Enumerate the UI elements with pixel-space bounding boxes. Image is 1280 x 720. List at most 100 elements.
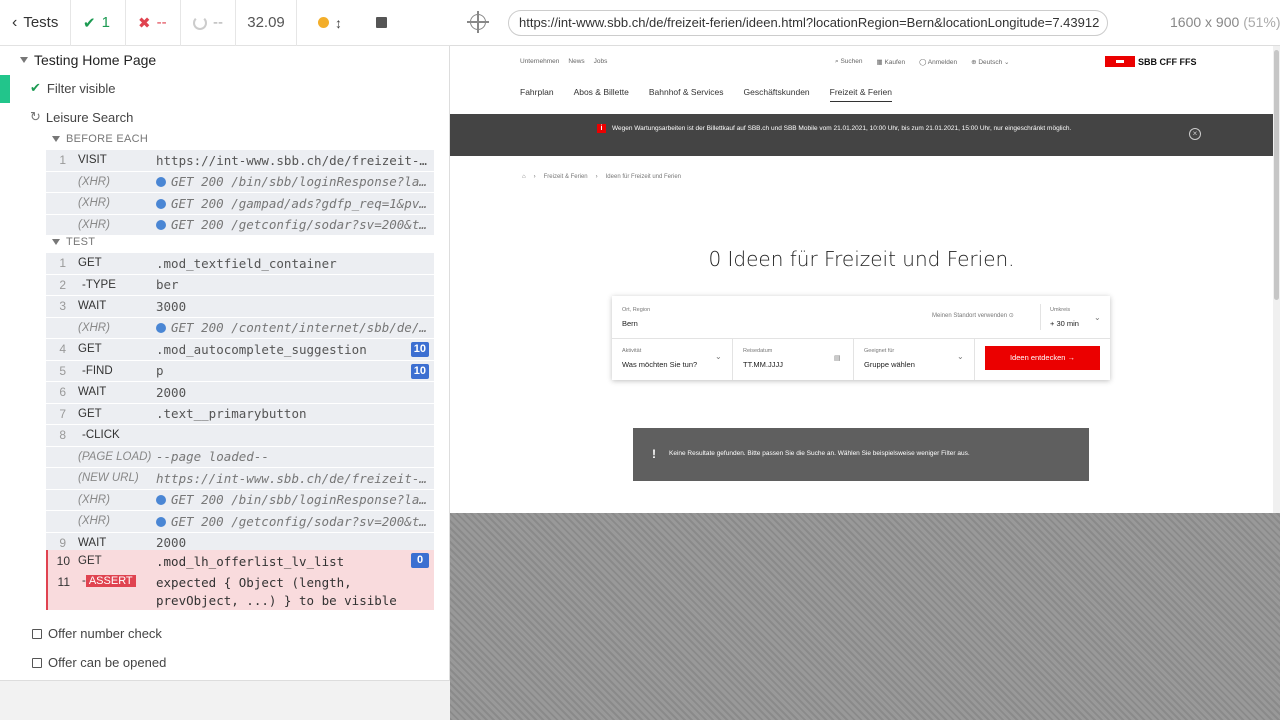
- cmd-msg: https://int-www.sbb.ch/de/freizeit-ferie…: [156, 471, 434, 486]
- failed-value: --: [156, 14, 167, 31]
- nav-abos-billette[interactable]: Abos & Billette: [574, 87, 629, 102]
- nav-bahnhof-services[interactable]: Bahnhof & Services: [649, 87, 724, 102]
- cmd-msg-text: GET 200 /bin/sbb/loginResponse?languageP…: [171, 174, 434, 190]
- cmd-name: -TYPE: [82, 278, 116, 291]
- command-row[interactable]: 3 WAIT 3000: [46, 296, 434, 318]
- aut-scrollbar[interactable]: [1273, 46, 1280, 513]
- page-title: 0 Ideen für Freizeit und Ferien.: [708, 247, 1015, 271]
- tests-button[interactable]: ‹ Tests: [0, 0, 71, 46]
- test-offer-number-check[interactable]: Offer number check: [32, 626, 162, 641]
- util-label: Anmelden: [927, 59, 958, 66]
- cmd-msg: GET 200 /gampad/ads?gdfp_req=1&pvsid=152…: [156, 196, 434, 211]
- cmd-name: (XHR): [78, 321, 110, 334]
- viewport-info: 1600 x 900 (51%): [1170, 14, 1280, 30]
- stats-bar: ‹ Tests ✔ 1 ✖ -- -- 32.09 ↕: [0, 0, 450, 46]
- command-row[interactable]: 2 -TYPE ber: [46, 275, 434, 296]
- command-row[interactable]: (XHR) GET 200 /gampad/ads?gdfp_req=1&pvsi…: [46, 193, 434, 215]
- date-input[interactable]: TT.MM.JJJJ: [743, 360, 783, 369]
- discover-ideas-button[interactable]: Ideen entdecken →: [985, 346, 1100, 370]
- divider: [732, 338, 733, 380]
- suitable-label: Geeignet für: [864, 348, 895, 354]
- command-row[interactable]: (XHR) GET 200 /getconfig/sodar?sv=200&tid…: [46, 511, 434, 533]
- command-row[interactable]: (XHR) GET 200 /bin/sbb/loginResponse?lang…: [46, 490, 434, 511]
- command-row[interactable]: (XHR) GET 200 /getconfig/sodar?sv=200&tid…: [46, 215, 434, 236]
- check-icon: ✔: [83, 14, 96, 32]
- nav-freizeit-ferien[interactable]: Freizeit & Ferien: [829, 87, 893, 102]
- test-title: Offer number check: [48, 626, 162, 641]
- link-jobs[interactable]: Jobs: [594, 58, 608, 65]
- command-row[interactable]: 8 -CLICK: [46, 425, 434, 447]
- cmd-name: (XHR): [78, 197, 110, 210]
- cmd-msg: .mod_textfield_container: [156, 256, 434, 271]
- breadcrumb: ⌂ › Freizeit & Ferien › Ideen für Freize…: [522, 174, 682, 180]
- radius-select[interactable]: + 30 min: [1050, 319, 1079, 328]
- fail-border: [46, 550, 434, 610]
- utility-links: ⌕ Suchen ▦ Kaufen ◯ Anmelden ⊕ Deutsch ⌄: [835, 58, 1009, 66]
- updown-arrow-icon: ↕: [335, 14, 342, 31]
- divider: [612, 338, 1110, 339]
- hook-before-each[interactable]: BEFORE EACH: [52, 133, 148, 145]
- command-row[interactable]: (XHR) GET 200 /content/internet/sbb/de/fr…: [46, 318, 434, 339]
- selector-playground-icon[interactable]: [467, 11, 489, 33]
- region-label: Ort, Region: [622, 307, 651, 313]
- command-row[interactable]: 1 GET .mod_textfield_container: [46, 253, 434, 275]
- url-display[interactable]: https://int-www.sbb.ch/de/freizeit-ferie…: [508, 10, 1108, 36]
- command-row[interactable]: (NEW URL) https://int-www.sbb.ch/de/freiz…: [46, 468, 434, 490]
- suitable-select[interactable]: Gruppe wählen: [864, 360, 915, 369]
- cmd-name: WAIT: [78, 536, 107, 549]
- stop-icon: [375, 17, 387, 28]
- command-row[interactable]: 4 GET .mod_autocomplete_suggestion 10: [46, 339, 434, 361]
- cmd-name: (XHR): [78, 218, 110, 231]
- user-icon: ◯: [919, 59, 928, 66]
- command-row[interactable]: 5 -FIND p 10: [46, 361, 434, 382]
- cmd-msg-text: GET 200 /gampad/ads?gdfp_req=1&pvsid=152…: [171, 195, 434, 211]
- home-icon[interactable]: ⌂: [522, 174, 526, 180]
- language-select[interactable]: ⊕ Deutsch ⌄: [971, 58, 1009, 66]
- locate-icon: ⊙: [1008, 313, 1014, 319]
- suite-title[interactable]: Testing Home Page: [20, 52, 156, 68]
- auto-scroll-toggle[interactable]: ↕: [297, 0, 363, 46]
- login-link[interactable]: ◯ Anmelden: [919, 58, 957, 66]
- cmd-msg-text: p: [156, 363, 164, 379]
- command-row[interactable]: 7 GET .text__primarybutton: [46, 404, 434, 425]
- test-leisure-search[interactable]: ↻ Leisure Search: [30, 104, 133, 130]
- command-row[interactable]: 1 VISIT https://int-www.sbb.ch/de/freizeit…: [46, 150, 434, 172]
- calendar-icon: ▤: [834, 355, 841, 362]
- hook-test[interactable]: TEST: [52, 236, 95, 248]
- caret-down-icon: [52, 136, 60, 142]
- activity-select[interactable]: Was möchten Sie tun?: [622, 360, 697, 369]
- cmd-name: GET: [78, 343, 102, 356]
- chevron-down-icon: ⌄: [1094, 313, 1101, 322]
- divider: [1040, 304, 1041, 330]
- region-input[interactable]: Bern: [622, 319, 638, 328]
- stop-button[interactable]: [363, 0, 399, 46]
- hook-label: TEST: [66, 236, 96, 248]
- test-filter-visible[interactable]: ✔ Filter visible: [30, 75, 116, 101]
- check-icon: ✔: [30, 80, 41, 95]
- nav-geschaeftskunden[interactable]: Geschäftskunden: [744, 87, 810, 102]
- command-row[interactable]: (XHR) GET 200 /bin/sbb/loginResponse?lang…: [46, 172, 434, 193]
- scrollbar-thumb[interactable]: [1274, 50, 1279, 300]
- cmd-num: 9: [59, 535, 66, 550]
- cmd-msg: GET 200 /getconfig/sodar?sv=200&tid=gpt: [156, 217, 434, 232]
- cmd-msg-text: GET 200 /content/internet/sbb/de/freizei…: [171, 320, 434, 336]
- search-link[interactable]: ⌕ Suchen: [835, 58, 863, 66]
- test-offer-can-be-opened[interactable]: Offer can be opened: [32, 655, 166, 670]
- main-nav: Fahrplan Abos & Billette Bahnhof & Servi…: [520, 87, 893, 102]
- link-unternehmen[interactable]: Unternehmen: [520, 58, 559, 65]
- close-icon[interactable]: ×: [1189, 128, 1201, 140]
- command-row[interactable]: (PAGE LOAD) --page loaded--: [46, 447, 434, 468]
- nav-fahrplan[interactable]: Fahrplan: [520, 87, 554, 102]
- command-row[interactable]: 6 WAIT 2000: [46, 382, 434, 404]
- cart-link[interactable]: ▦ Kaufen: [877, 58, 906, 66]
- link-news[interactable]: News: [568, 58, 584, 65]
- cmd-msg: .text__primarybutton: [156, 406, 434, 421]
- sbb-logo[interactable]: SBB CFF FFS: [1105, 56, 1197, 67]
- cmd-name: (XHR): [78, 493, 110, 506]
- util-label: Kaufen: [884, 59, 906, 66]
- use-location-link[interactable]: Meinen Standort verwenden ⊙: [932, 312, 1014, 319]
- cmd-num: 7: [59, 406, 66, 421]
- cmd-name: (XHR): [78, 515, 110, 528]
- breadcrumb-freizeit[interactable]: Freizeit & Ferien: [544, 174, 588, 180]
- cmd-name: -FIND: [82, 364, 113, 377]
